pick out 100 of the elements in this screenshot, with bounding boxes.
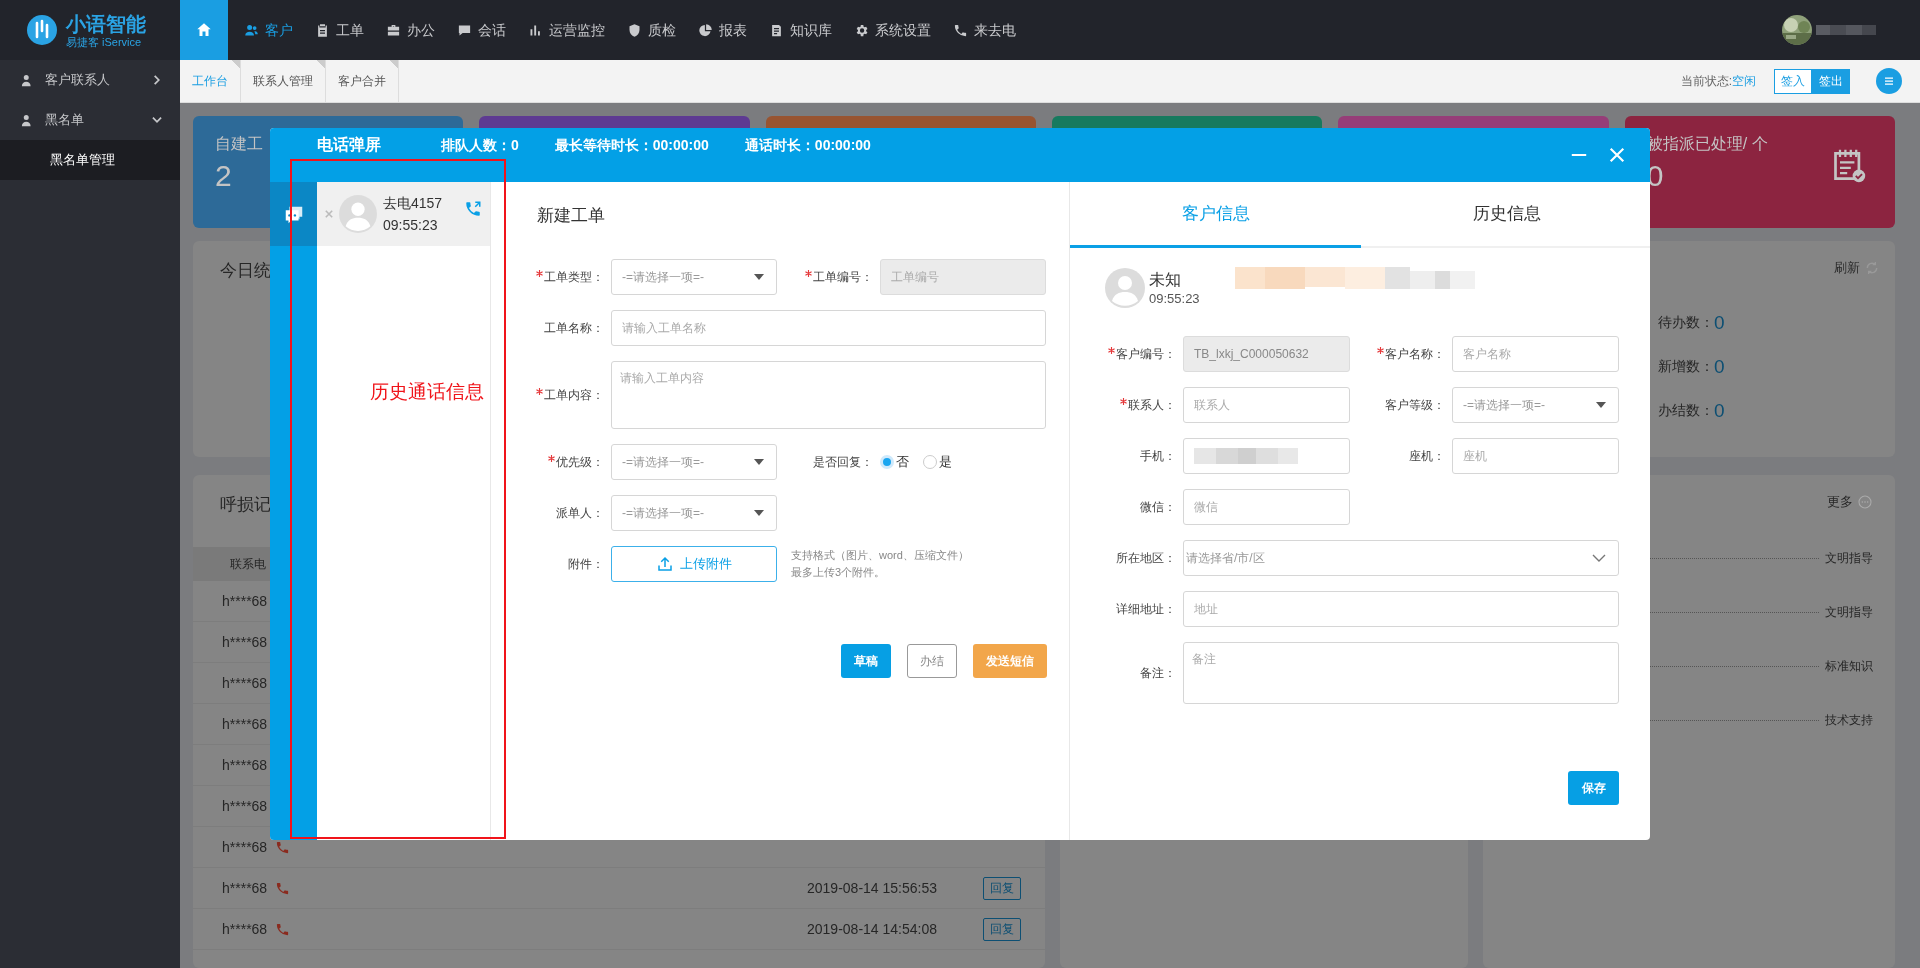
form-title: 新建工单 (537, 205, 606, 227)
call-list-button[interactable] (270, 182, 317, 246)
table-cell: h****68 (222, 798, 268, 814)
more-icon (1857, 494, 1873, 510)
text-area[interactable]: 请输入工单内容 (611, 361, 1046, 429)
caret-icon (1596, 402, 1606, 408)
upload-hint: 最多上传3个附件。 (791, 565, 887, 580)
field-label: 所在地区： (1116, 549, 1176, 567)
contact-time: 09:55:23 (1149, 291, 1201, 306)
close-button[interactable] (1608, 146, 1626, 164)
gear-icon (854, 22, 869, 38)
column-header: 联系电 (230, 555, 266, 573)
annotation-label: 历史通话信息 (370, 380, 484, 404)
minimize-button[interactable] (1570, 153, 1588, 157)
nav-item[interactable]: 知识库 (761, 0, 840, 60)
close-order-button[interactable]: 办结 (907, 644, 957, 678)
upload-hint: 支持格式（图片、word、压缩文件） (791, 548, 969, 563)
caret-icon (754, 459, 764, 465)
refresh-link[interactable]: 刷新 (1834, 259, 1880, 277)
users-icon (244, 22, 259, 38)
panel-title: 呼损记 (220, 494, 271, 516)
dialog-title: 电话弹屏 (317, 136, 381, 154)
nav-item[interactable]: 会话 (449, 0, 514, 60)
table-cell: h****68 (222, 716, 268, 732)
field-label: 手机： (1140, 447, 1176, 465)
remove-icon[interactable] (325, 210, 333, 218)
sign-button[interactable]: 签出 (1812, 68, 1850, 94)
metric-label: 新增数： (1658, 358, 1714, 376)
table-cell: h****68 (222, 921, 268, 937)
nav-item[interactable]: 客户 (236, 0, 301, 60)
status-label: 当前状态: (1680, 72, 1732, 90)
home-icon (195, 21, 213, 39)
input-field[interactable]: 客户名称 (1452, 336, 1619, 372)
contact-name: 未知 (1149, 270, 1182, 290)
sidebar-item[interactable]: 黑名单 (0, 100, 180, 140)
shield-icon (627, 22, 642, 38)
field-label: 派单人： (556, 504, 604, 522)
select-field[interactable]: -=请选择一项=- (611, 444, 777, 480)
select-field[interactable]: -=请选择一项=- (611, 495, 777, 531)
upload-icon (656, 555, 674, 573)
field-label: 客户等级： (1385, 396, 1445, 414)
input-field[interactable]: 请输入工单名称 (611, 310, 1046, 346)
close-icon (1608, 146, 1626, 164)
logo-icon (26, 14, 58, 46)
sign-button[interactable]: 签入 (1774, 68, 1812, 94)
sidebar-item[interactable]: 客户联系人 (0, 60, 180, 100)
metric-value: 0 (1714, 400, 1725, 422)
input-field[interactable]: 联系人 (1183, 387, 1350, 423)
radio-button[interactable]: 是 (923, 453, 952, 471)
call-title: 去电4157 (383, 195, 444, 213)
save-button[interactable]: 保存 (1568, 771, 1619, 805)
avatar-icon (1105, 268, 1145, 308)
home-button[interactable] (180, 0, 228, 60)
stat-label: 自建工 (215, 134, 263, 154)
sidebar-subitem[interactable]: 黑名单管理 (0, 140, 180, 180)
call-time: 09:55:23 (383, 217, 439, 233)
phone-outgoing-icon (464, 200, 482, 218)
input-field[interactable]: 座机 (1452, 438, 1619, 474)
call-item[interactable]: 去电4157 09:55:23 (317, 182, 490, 246)
nav-item[interactable]: 系统设置 (846, 0, 939, 60)
input-field[interactable]: 地址 (1183, 591, 1619, 627)
nav-item[interactable]: 质检 (619, 0, 684, 60)
table-cell: h****68 (222, 593, 268, 609)
table-cell: 2019-08-14 14:54:08 (807, 921, 937, 937)
table-cell: h****68 (222, 675, 268, 691)
draft-button[interactable]: 草稿 (841, 644, 891, 678)
upload-button[interactable]: 上传附件 (611, 546, 777, 582)
select-field[interactable]: -=请选择一项=- (611, 259, 777, 295)
caret-icon (754, 274, 764, 280)
select-field[interactable]: -=请选择一项=- (1452, 387, 1619, 423)
more-link[interactable]: 更多 (1827, 493, 1873, 511)
panel-tab[interactable]: 历史信息 (1361, 182, 1650, 248)
pie-chart-icon (698, 22, 713, 38)
metric-value: 0 (1714, 356, 1725, 378)
panel-title: 今日统 (220, 260, 271, 282)
field-label: 备注： (1140, 664, 1176, 682)
category-label: 技术支持 (1825, 711, 1873, 729)
caret-icon (754, 510, 764, 516)
avatar-icon (339, 195, 377, 233)
redacted-text (1816, 23, 1876, 37)
menu-button[interactable] (1876, 68, 1902, 94)
input-field[interactable] (1183, 438, 1350, 474)
region-select[interactable]: 请选择省/市/区 (1183, 540, 1619, 576)
input-field[interactable]: 微信 (1183, 489, 1350, 525)
document-icon (769, 22, 784, 38)
panel-tab[interactable]: 客户信息 (1070, 182, 1361, 248)
field-label: 微信： (1140, 498, 1176, 516)
nav-item[interactable]: 工单 (307, 0, 372, 60)
metric-label: 待办数： (1658, 314, 1714, 332)
stat-value: 2 (215, 159, 232, 193)
call-stat: 排队人数：0 (441, 136, 519, 154)
nav-item[interactable]: 运营监控 (520, 0, 613, 60)
clipboard-icon (315, 22, 330, 38)
phone-icon (953, 22, 968, 38)
nav-item[interactable]: 来去电 (945, 0, 1024, 60)
radio-button[interactable]: 否 (880, 453, 909, 471)
nav-item[interactable]: 报表 (690, 0, 755, 60)
text-area[interactable]: 备注 (1183, 642, 1619, 704)
nav-item[interactable]: 办公 (378, 0, 443, 60)
field-label: 附件： (568, 555, 604, 573)
